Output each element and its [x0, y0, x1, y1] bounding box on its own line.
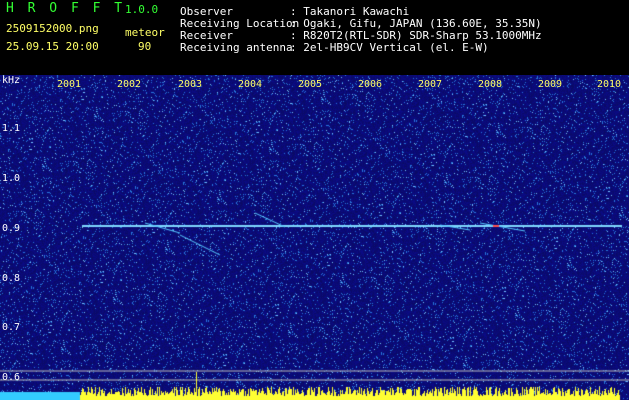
- y-tick-label: 0.9: [2, 223, 21, 234]
- mode-label: meteor: [125, 26, 165, 39]
- year-label: 2010: [597, 79, 622, 90]
- year-label: 2004: [238, 79, 263, 90]
- header-panel: H R O F F T 1.0.0 2509152000.png meteor …: [0, 0, 629, 75]
- version-label: 1.0.0: [125, 3, 159, 16]
- y-tick-label: 1.1: [2, 123, 21, 134]
- year-label: 2008: [478, 79, 503, 90]
- year-label: 2001: [57, 79, 82, 90]
- year-label: 2006: [358, 79, 383, 90]
- y-tick-label: 0.6: [2, 372, 21, 383]
- filename-label: 2509152000.png: [6, 22, 99, 35]
- year-label: 2005: [298, 79, 323, 90]
- y-axis-unit: kHz: [2, 75, 21, 86]
- year-label: 2003: [178, 79, 203, 90]
- y-tick-label: 0.8: [2, 273, 21, 284]
- datetime-label: 25.09.15 20:00: [6, 40, 99, 53]
- y-tick-label: 0.7: [2, 322, 21, 333]
- app-title: H R O F F T: [6, 1, 126, 16]
- antenna-value: : 2el-HB9CV Vertical (el. E-W): [290, 41, 489, 54]
- waterfall-spectrogram: [0, 75, 629, 400]
- year-label: 2009: [538, 79, 563, 90]
- y-tick-label: 1.0: [2, 173, 21, 184]
- year-label: 2002: [117, 79, 142, 90]
- antenna-label: Receiving antenna: [180, 41, 293, 54]
- year-label: 2007: [418, 79, 443, 90]
- count-label: 90: [138, 40, 152, 53]
